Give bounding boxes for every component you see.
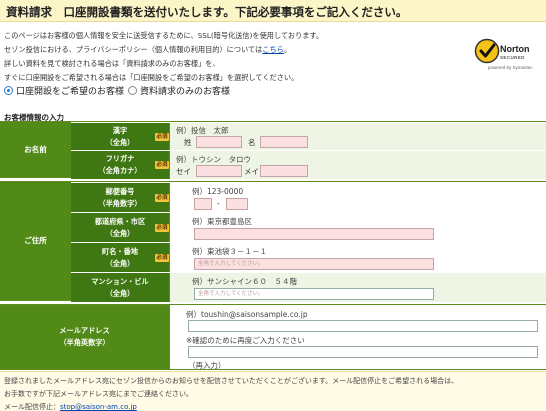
building-label-sub: （全角） <box>105 288 135 298</box>
town-row: 町名・番地 （全角） 必須 例）東池袋３－１－１ 全角で入力してください。 <box>71 242 546 272</box>
norton-check-shield-icon <box>474 38 500 64</box>
email-label-sub: （半角英数字） <box>59 338 110 347</box>
radio-unselected-icon[interactable] <box>128 86 138 95</box>
town-input[interactable]: 全角で入力してください。 <box>194 258 434 270</box>
kanji-mei-input[interactable] <box>260 136 308 148</box>
postal-example: 例）123-0000 <box>192 187 244 196</box>
mail-stop-label: メール配信停止： <box>4 403 60 411</box>
email-content: 例）toushin@saisonsample.co.jp ※確認のために再度ご入… <box>169 305 546 370</box>
postal-dash: - <box>217 199 220 208</box>
town-example: 例）東池袋３－１－１ <box>192 247 267 256</box>
intro-line-2-prefix: セゾン投信における、プライバシーポリシー（個人情報の利用目的）については <box>4 45 263 54</box>
email-group: メールアドレス （半角英数字） 例）toushin@saisonsample.c… <box>0 304 546 370</box>
pref-row: 都道府県・市区 （全角） 必須 例）東京都豊島区 <box>71 212 546 242</box>
radio-option-open-account[interactable]: 口座開設をご希望のお客様 <box>4 84 124 97</box>
intro-line-2: セゾン投信における、プライバシーポリシー（個人情報の利用目的）についてはこちら。 <box>4 43 464 57</box>
building-label: マンション・ビル （全角） <box>71 273 169 302</box>
email-reenter-label: （再入力） <box>188 361 226 370</box>
required-badge: 必須 <box>155 224 169 232</box>
email-label: メールアドレス （半角英数字） <box>0 305 169 369</box>
norton-secured-text: SECURED <box>500 55 525 60</box>
postal-first-input[interactable] <box>194 198 212 210</box>
page-header: 資料請求 口座開設書類を送付いたします。下記必要事項をご記入ください。 <box>0 0 546 22</box>
email-label-text: メールアドレス <box>59 326 110 335</box>
kana-example: 例）トウシン タロウ <box>176 155 251 164</box>
building-input[interactable]: 全角で入力してください。 <box>194 288 434 300</box>
kanji-sei-label: 姓 <box>184 138 192 147</box>
required-badge: 必須 <box>155 194 169 202</box>
postal-row: 郵便番号 （半角数字） 必須 例）123-0000 - <box>71 182 546 212</box>
kana-sei-input[interactable] <box>196 165 242 177</box>
postal-second-input[interactable] <box>226 198 248 210</box>
radio-option-documents-only[interactable]: 資料請求のみのお客様 <box>128 84 230 97</box>
town-content: 例）東池袋３－１－１ 全角で入力してください。 <box>169 243 546 272</box>
name-group-label: お名前 <box>0 122 71 177</box>
address-group-label: ご住所 <box>0 182 71 300</box>
intro-line-2-suffix: 。 <box>283 45 292 54</box>
intro-line-1: このページはお客様の個人情報を安全に送受信するために、SSL(暗号化送信)を使用… <box>4 31 324 40</box>
building-content: 例）サンシャイン６０ ５４階 全角で入力してください。 <box>169 273 546 302</box>
postal-content: 例）123-0000 - <box>169 183 546 212</box>
intro-line-3: 詳しい資料を見て検討される場合は「資料請求のみのお客様」を、 <box>4 59 220 68</box>
mail-notice-line-1: 登録されましたメールアドレス宛にセゾン投信からのお知らせを配信させていただくこと… <box>4 377 459 385</box>
intro-text: このページはお客様の個人情報を安全に送受信するために、SSL(暗号化送信)を使用… <box>4 29 464 85</box>
email-example: 例）toushin@saisonsample.co.jp <box>186 310 308 319</box>
pref-example: 例）東京都豊島区 <box>192 217 252 226</box>
mail-stop-line: メール配信停止：stop@saison-am.co.jp <box>4 402 137 411</box>
mail-notice-box: 登録されましたメールアドレス宛にセゾン投信からのお知らせを配信させていただくこと… <box>0 371 546 411</box>
norton-secured-seal[interactable]: Norton SECURED powered by Symantec <box>474 34 544 74</box>
kanji-example: 例）投信 太郎 <box>176 126 229 135</box>
kana-mei-input[interactable] <box>260 165 308 177</box>
privacy-policy-link[interactable]: こちら <box>262 45 284 54</box>
radio-selected-icon[interactable] <box>4 86 13 95</box>
email-confirm-input[interactable] <box>188 346 538 358</box>
building-row: マンション・ビル （全角） 例）サンシャイン６０ ５４階 全角で入力してください… <box>71 272 546 302</box>
pref-content: 例）東京都豊島区 <box>169 213 546 242</box>
kana-sei-label: セイ <box>176 167 191 176</box>
norton-word: Norton <box>500 44 530 54</box>
kanji-mei-label: 名 <box>248 138 256 147</box>
customer-type-radio-group: 口座開設をご希望のお客様 資料請求のみのお客様 <box>4 84 234 97</box>
mail-notice-line-2: お手数ですが下記メールアドレス宛にまでご連絡ください。 <box>4 390 193 398</box>
pref-input[interactable] <box>194 228 434 240</box>
kana-mei-label: メイ <box>244 167 259 176</box>
address-group: ご住所 郵便番号 （半角数字） 必須 例）123-0000 - 都道府県・市区 … <box>0 181 546 302</box>
kanji-sei-input[interactable] <box>196 136 242 148</box>
radio-option-open-account-label: 口座開設をご希望のお客様 <box>16 87 125 97</box>
building-label-text: マンション・ビル <box>91 276 149 286</box>
name-group: お名前 漢字 （全角） 必須 例）投信 太郎 姓 名 フリガナ （全角カナ） 必… <box>0 121 546 179</box>
kana-content: 例）トウシン タロウ セイ メイ <box>169 151 546 179</box>
email-confirm-note: ※確認のために再度ご入力ください <box>186 336 305 345</box>
kanji-content: 例）投信 太郎 姓 名 <box>169 123 546 150</box>
building-example: 例）サンシャイン６０ ５４階 <box>192 277 297 286</box>
kana-row: フリガナ （全角カナ） 必須 例）トウシン タロウ セイ メイ <box>71 150 546 179</box>
intro-line-4: すぐに口座開設をご希望される場合は「口座開設をご希望のお客様」を選択してください… <box>4 73 299 82</box>
required-badge: 必須 <box>155 133 169 141</box>
required-badge: 必須 <box>155 161 169 169</box>
email-input[interactable] <box>188 320 538 332</box>
norton-powered-text: powered by Symantec <box>488 65 533 70</box>
kanji-row: 漢字 （全角） 必須 例）投信 太郎 姓 名 <box>71 122 546 150</box>
required-badge: 必須 <box>155 254 169 262</box>
mail-stop-link[interactable]: stop@saison-am.co.jp <box>60 403 137 411</box>
radio-option-documents-only-label: 資料請求のみのお客様 <box>140 87 231 97</box>
page-title: 資料請求 口座開設書類を送付いたします。下記必要事項をご記入ください。 <box>6 5 408 19</box>
